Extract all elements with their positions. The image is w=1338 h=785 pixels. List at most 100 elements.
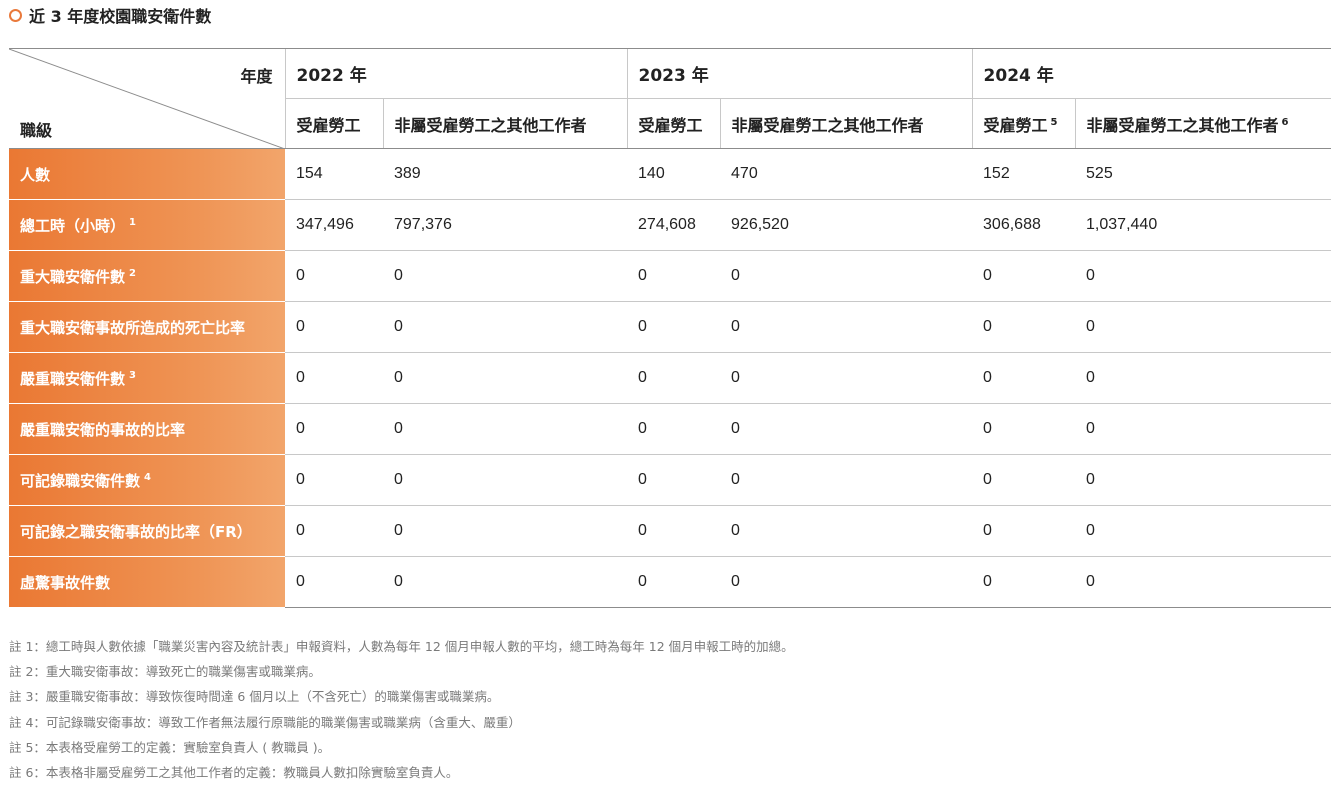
table-row: 重大職安衛事故所造成的死亡比率 0 0 0 0 0 0 (9, 301, 1332, 353)
row-label: 虛驚事故件數 (9, 556, 285, 608)
table-cell: 0 (720, 556, 973, 608)
corner-year-label: 年度 (240, 67, 273, 86)
table-cell: 0 (383, 403, 628, 455)
table-row: 嚴重職安衛件數 3 0 0 0 0 0 0 (9, 352, 1332, 404)
year-2022-header: 2022 年 (284, 48, 628, 99)
corner-header-cell: 年度 職級 (9, 48, 285, 149)
table-cell: 0 (972, 250, 1076, 302)
table-cell: 797,376 (383, 199, 628, 251)
table-cell: 0 (972, 403, 1076, 455)
col-header-employee: 受雇勞工 (626, 98, 721, 149)
table-row: 人數 154 389 140 470 152 525 (9, 148, 1332, 200)
footnote-ref: 5 (1050, 116, 1058, 128)
row-label: 可記錄之職安衛事故的比率（FR） (9, 505, 285, 557)
table-cell: 0 (1075, 556, 1332, 608)
table-row: 可記錄職安衛件數 4 0 0 0 0 0 0 (9, 454, 1332, 506)
footnote-ref: 6 (1281, 116, 1289, 128)
corner-grade-label: 職級 (20, 121, 53, 140)
table-cell: 0 (720, 250, 973, 302)
table-cell: 0 (972, 505, 1076, 557)
footnote-ref: 1 (129, 216, 136, 228)
row-label: 總工時（小時） 1 (9, 199, 285, 251)
table-cell: 0 (1075, 352, 1332, 404)
row-label: 重大職安衛事故所造成的死亡比率 (9, 301, 285, 353)
table-cell: 0 (1075, 505, 1332, 557)
row-label: 重大職安衛件數 2 (9, 250, 285, 302)
table-cell: 0 (1075, 403, 1332, 455)
table-cell: 0 (720, 505, 973, 557)
col-header-employee: 受雇勞工 5 (971, 98, 1076, 149)
table-cell: 0 (1075, 301, 1332, 353)
title-text: 近 3 年度校園職安衛件數 (29, 7, 212, 26)
table-body: 人數 154 389 140 470 152 525 總工時（小時） 1 347,496 797,3… (9, 148, 1332, 608)
footnote-line: 註 1：總工時與人數依據「職業災害內容及統計表」申報資料，人數為每年 12 個月… (9, 639, 794, 654)
table-cell: 0 (383, 556, 628, 608)
table-cell: 470 (720, 148, 973, 200)
footnote-ref: 4 (144, 471, 151, 483)
table-title: 近 3 年度校園職安衛件數 (9, 4, 211, 26)
footnote-ref: 2 (129, 267, 136, 279)
table-cell: 0 (285, 250, 383, 302)
table-cell: 389 (383, 148, 628, 200)
table-cell: 0 (285, 505, 383, 557)
table-cell: 0 (285, 403, 383, 455)
table-cell: 0 (627, 352, 721, 404)
year-header-row: 年度 職級 2022 年 2023 年 2024 年 (9, 48, 1332, 149)
table-cell: 0 (627, 250, 721, 302)
year-2024-header: 2024 年 (971, 48, 1332, 99)
table-cell: 152 (972, 148, 1076, 200)
row-label: 嚴重職安衛件數 3 (9, 352, 285, 404)
table-cell: 140 (627, 148, 721, 200)
table-cell: 0 (720, 403, 973, 455)
col-header-non-employee: 非屬受雇勞工之其他工作者 (382, 98, 628, 149)
row-label: 嚴重職安衛的事故的比率 (9, 403, 285, 455)
table-cell: 0 (627, 403, 721, 455)
table-cell: 525 (1075, 148, 1332, 200)
table-row: 嚴重職安衛的事故的比率 0 0 0 0 0 0 (9, 403, 1332, 455)
footnote-line: 註 5：本表格受雇勞工的定義：實驗室負責人 ( 教職員 )。 (9, 739, 331, 755)
table-row: 總工時（小時） 1 347,496 797,376 274,608 926,520 306,… (9, 199, 1332, 251)
table-cell: 0 (627, 301, 721, 353)
table-cell: 0 (1075, 250, 1332, 302)
table-cell: 0 (720, 301, 973, 353)
safety-statistics-table: 年度 職級 2022 年 2023 年 2024 年 受雇勞工 非屬受雇勞工之其… (9, 48, 1332, 608)
row-label: 人數 (9, 148, 285, 200)
table-cell: 154 (285, 148, 383, 200)
table-cell: 0 (627, 556, 721, 608)
row-label: 可記錄職安衛件數 4 (9, 454, 285, 506)
table-cell: 0 (972, 301, 1076, 353)
table-cell: 0 (285, 454, 383, 506)
table-cell: 0 (972, 556, 1076, 608)
table-row: 可記錄之職安衛事故的比率（FR） 0 0 0 0 0 0 (9, 505, 1332, 557)
table-row: 重大職安衛件數 2 0 0 0 0 0 0 (9, 250, 1332, 302)
table-cell: 0 (383, 301, 628, 353)
table-row: 虛驚事故件數 0 0 0 0 0 0 (9, 556, 1332, 608)
footnote-line: 註 6：本表格非屬受雇勞工之其他工作者的定義：教職員人數扣除實驗室負責人。 (9, 765, 459, 781)
footnote-line: 註 2：重大職安衛事故：導致死亡的職業傷害或職業病。 (9, 664, 321, 680)
table-cell: 1,037,440 (1075, 199, 1332, 251)
table-cell: 0 (383, 250, 628, 302)
table-cell: 0 (972, 454, 1076, 506)
table-cell: 0 (972, 352, 1076, 404)
year-2023-header: 2023 年 (626, 48, 973, 99)
table-cell: 0 (627, 505, 721, 557)
table-cell: 0 (383, 505, 628, 557)
circle-bullet-icon (9, 8, 22, 22)
col-header-employee: 受雇勞工 (284, 98, 383, 149)
table-cell: 0 (383, 352, 628, 404)
table-cell: 347,496 (285, 199, 383, 251)
col-header-non-employee: 非屬受雇勞工之其他工作者 6 (1074, 98, 1332, 149)
table-cell: 0 (383, 454, 628, 506)
table-cell: 0 (285, 556, 383, 608)
footnotes: 註 1：總工時與人數依據「職業災害內容及統計表」申報資料，人數為每年 12 個月… (9, 634, 794, 785)
col-header-non-employee: 非屬受雇勞工之其他工作者 (719, 98, 973, 149)
footnote-line: 註 4：可記錄職安衛事故：導致工作者無法履行原職能的職業傷害或職業病（含重大、嚴… (9, 714, 521, 730)
table-cell: 926,520 (720, 199, 973, 251)
footnote-line: 註 3：嚴重職安衛事故：導致恢復時間達 6 個月以上（不含死亡）的職業傷害或職業… (9, 689, 500, 705)
table-cell: 0 (1075, 454, 1332, 506)
table-cell: 306,688 (972, 199, 1076, 251)
table-cell: 0 (285, 301, 383, 353)
table-cell: 0 (720, 352, 973, 404)
table-cell: 274,608 (627, 199, 721, 251)
table-cell: 0 (720, 454, 973, 506)
